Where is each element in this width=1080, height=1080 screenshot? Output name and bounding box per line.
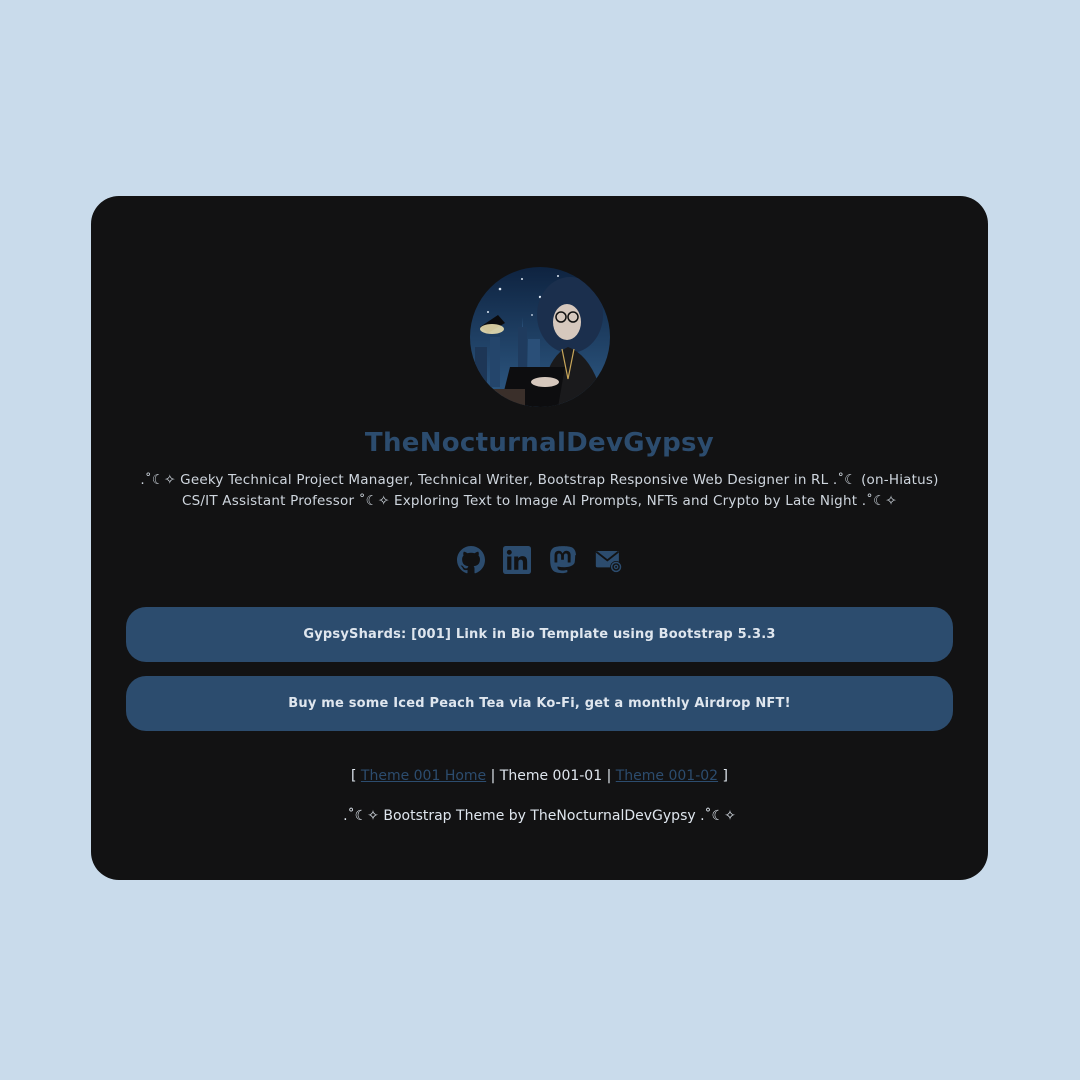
profile-bio: .˚☾✧ Geeky Technical Project Manager, Te… <box>140 472 939 509</box>
footer-credit: .˚☾✧ Bootstrap Theme by TheNocturnalDevG… <box>343 808 736 824</box>
theme-next-link[interactable]: Theme 001-02 <box>616 768 718 784</box>
avatar <box>470 267 610 407</box>
nav-open-bracket: [ <box>350 768 357 784</box>
template-link-button[interactable]: GypsyShards: [001] Link in Bio Template … <box>126 607 953 662</box>
theme-nav: [ Theme 001 Home | Theme 001-01 | Theme … <box>91 768 988 784</box>
mastodon-icon[interactable] <box>549 546 577 574</box>
theme-home-link[interactable]: Theme 001 Home <box>361 768 486 784</box>
nav-separator: | <box>490 768 496 784</box>
nav-close-bracket: ] <box>722 768 728 784</box>
current-theme: Theme 001-01 <box>499 768 603 784</box>
nav-separator: | <box>606 768 612 784</box>
social-links <box>91 546 988 574</box>
profile-card: TheNocturnalDevGypsy .˚☾✧ Geeky Technica… <box>91 196 988 880</box>
email-icon[interactable] <box>595 546 623 574</box>
profile-name: TheNocturnalDevGypsy <box>364 428 715 458</box>
avatar-illustration <box>470 267 610 407</box>
linkedin-icon[interactable] <box>502 546 531 574</box>
github-icon[interactable] <box>456 546 485 574</box>
kofi-button[interactable]: Buy me some Iced Peach Tea via Ko-Fi, ge… <box>126 676 953 731</box>
